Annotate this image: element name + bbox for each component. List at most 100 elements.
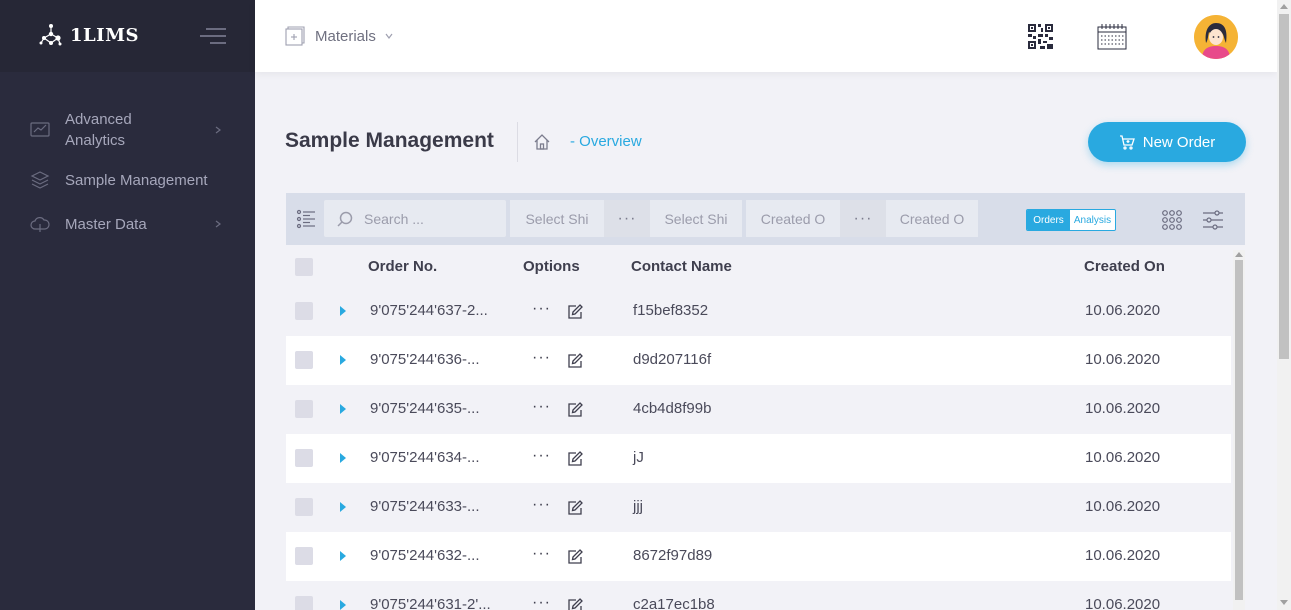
- menu-toggle-icon[interactable]: [198, 28, 226, 46]
- row-options-menu-icon[interactable]: ···: [532, 545, 551, 563]
- sidebar-item-master-data[interactable]: Master Data: [0, 202, 255, 246]
- table-row[interactable]: 9'075'244'633-... ··· jjj 10.06.2020: [286, 483, 1231, 532]
- filter-settings-icon[interactable]: [1202, 209, 1224, 231]
- table-row[interactable]: 9'075'244'637-2... ··· f15bef8352 10.06.202…: [286, 287, 1231, 336]
- row-checkbox[interactable]: [295, 449, 313, 467]
- row-checkbox[interactable]: [295, 596, 313, 610]
- sidebar-item-advanced-analytics[interactable]: Advanced Analytics: [0, 105, 255, 155]
- row-edit-button[interactable]: [567, 451, 583, 471]
- grid-view-icon[interactable]: [1161, 209, 1183, 231]
- search-input[interactable]: Search ...: [324, 200, 506, 237]
- table-row[interactable]: 9'075'244'631-2'... ··· c2a17ec1b8 10.06.20…: [286, 581, 1231, 610]
- order-no-cell[interactable]: 9'075'244'634-...: [370, 449, 480, 466]
- column-header-contact-name[interactable]: Contact Name: [631, 258, 732, 275]
- table-row[interactable]: 9'075'244'634-... ··· jJ 10.06.2020: [286, 434, 1231, 483]
- cart-icon: [1119, 135, 1135, 150]
- order-no-cell[interactable]: 9'075'244'636-...: [370, 351, 480, 368]
- expand-row-icon[interactable]: [340, 502, 346, 512]
- created-on-cell: 10.06.2020: [1085, 449, 1161, 466]
- row-options-menu-icon[interactable]: ···: [532, 349, 551, 367]
- avatar-image: [1194, 15, 1238, 59]
- module-icon: [285, 26, 305, 46]
- column-header-created-on[interactable]: Created On: [1084, 258, 1165, 275]
- row-options-menu-icon[interactable]: ···: [532, 398, 551, 416]
- breadcrumb[interactable]: - Overview: [570, 133, 642, 150]
- table-row[interactable]: 9'075'244'635-... ··· 4cb4d8f99b 10.06.2020: [286, 385, 1231, 434]
- new-order-button[interactable]: New Order: [1088, 122, 1246, 162]
- chevron-right-icon: [215, 220, 221, 228]
- row-edit-button[interactable]: [567, 500, 583, 520]
- created-on-cell: 10.06.2020: [1085, 547, 1161, 564]
- contact-name-cell: f15bef8352: [633, 302, 709, 319]
- edit-icon: [568, 353, 583, 368]
- row-edit-button[interactable]: [567, 304, 583, 324]
- select-all-checkbox[interactable]: [295, 258, 313, 276]
- order-no-cell[interactable]: 9'075'244'635-...: [370, 400, 480, 417]
- order-no-cell[interactable]: 9'075'244'637-2...: [370, 302, 488, 319]
- contact-name-cell: c2a17ec1b8: [633, 596, 715, 610]
- edit-icon: [568, 451, 583, 466]
- table-row[interactable]: 9'075'244'632-... ··· 8672f97d89 10.06.2020: [286, 532, 1231, 581]
- row-checkbox[interactable]: [295, 302, 313, 320]
- row-options-menu-icon[interactable]: ···: [532, 496, 551, 514]
- row-options-menu-icon[interactable]: ···: [532, 447, 551, 465]
- row-edit-button[interactable]: [567, 353, 583, 373]
- created-to-date[interactable]: Created O: [886, 200, 978, 237]
- ship-from-select[interactable]: Select Shi: [510, 200, 604, 237]
- order-no-cell[interactable]: 9'075'244'632-...: [370, 547, 480, 564]
- app-logo[interactable]: 1LIMS: [38, 22, 139, 48]
- module-selector[interactable]: Materials: [285, 26, 394, 46]
- expand-row-icon[interactable]: [340, 355, 346, 365]
- row-edit-button[interactable]: [567, 598, 583, 610]
- row-options-menu-icon[interactable]: ···: [532, 594, 551, 610]
- row-edit-button[interactable]: [567, 402, 583, 422]
- list-icon[interactable]: [296, 209, 316, 229]
- expand-row-icon[interactable]: [340, 453, 346, 463]
- row-checkbox[interactable]: [295, 547, 313, 565]
- avatar[interactable]: [1194, 15, 1238, 59]
- contact-name-cell: 4cb4d8f99b: [633, 400, 712, 417]
- edit-icon: [568, 402, 583, 417]
- row-checkbox[interactable]: [295, 400, 313, 418]
- scroll-up-icon[interactable]: [1280, 4, 1288, 9]
- expand-row-icon[interactable]: [340, 306, 346, 316]
- expand-row-icon[interactable]: [340, 404, 346, 414]
- scroll-up-icon[interactable]: [1235, 252, 1243, 257]
- logo-icon: [39, 24, 62, 46]
- scrollbar-thumb[interactable]: [1235, 260, 1243, 600]
- calendar-icon[interactable]: [1097, 24, 1127, 50]
- created-range-dots: ···: [840, 200, 886, 237]
- sidebar-item-label: Advanced Analytics: [65, 111, 132, 149]
- sidebar-item-sample-management[interactable]: Sample Management: [0, 158, 255, 202]
- toggle-analysis[interactable]: Analysis: [1070, 210, 1115, 230]
- top-header: Materials: [255, 0, 1277, 72]
- order-no-cell[interactable]: 9'075'244'631-2'...: [370, 596, 491, 610]
- expand-row-icon[interactable]: [340, 600, 346, 610]
- created-from-date[interactable]: Created O: [746, 200, 840, 237]
- qr-code-icon[interactable]: [1028, 24, 1053, 49]
- home-icon[interactable]: [533, 133, 551, 151]
- expand-row-icon[interactable]: [340, 551, 346, 561]
- search-placeholder: Search ...: [364, 210, 424, 227]
- scroll-down-icon[interactable]: [1280, 600, 1288, 605]
- order-no-cell[interactable]: 9'075'244'633-...: [370, 498, 480, 515]
- row-checkbox[interactable]: [295, 351, 313, 369]
- table-row[interactable]: 9'075'244'636-... ··· d9d207116f 10.06.2020: [286, 336, 1231, 385]
- edit-icon: [568, 549, 583, 564]
- row-checkbox[interactable]: [295, 498, 313, 516]
- contact-name-cell: jJ: [633, 449, 644, 466]
- column-header-order-no[interactable]: Order No.: [368, 258, 437, 275]
- ship-to-select[interactable]: Select Shi: [650, 200, 742, 237]
- row-options-menu-icon[interactable]: ···: [532, 300, 551, 318]
- table-scrollbar[interactable]: [1233, 250, 1245, 610]
- analytics-icon: [30, 122, 50, 137]
- created-on-cell: 10.06.2020: [1085, 302, 1161, 319]
- contact-name-cell: d9d207116f: [633, 351, 712, 368]
- scrollbar-thumb[interactable]: [1279, 14, 1289, 359]
- new-order-label: New Order: [1142, 133, 1216, 151]
- grid-toolbar: Search ... Select Shi ··· Select Shi Cre…: [286, 193, 1245, 245]
- toggle-orders[interactable]: Orders: [1027, 210, 1070, 230]
- page-scrollbar[interactable]: [1277, 0, 1291, 610]
- created-on-cell: 10.06.2020: [1085, 351, 1161, 368]
- row-edit-button[interactable]: [567, 549, 583, 569]
